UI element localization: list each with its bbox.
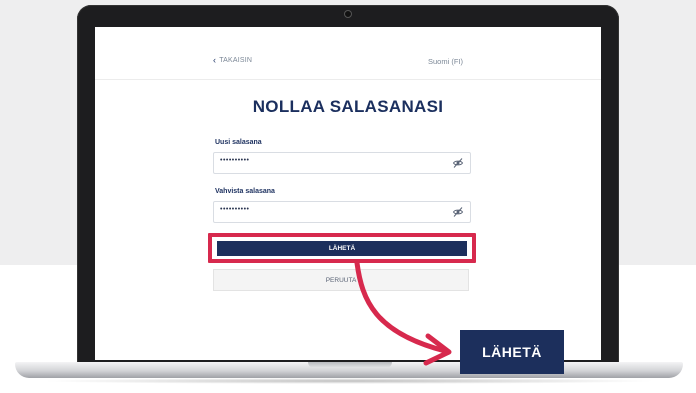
confirm-password-field[interactable]: •••••••••• — [213, 201, 471, 223]
eye-slash-icon[interactable] — [452, 157, 464, 169]
confirm-password-label: Vahvista salasana — [215, 188, 275, 195]
confirm-password-value: •••••••••• — [220, 206, 250, 213]
language-selector[interactable]: Suomi (FI) — [428, 57, 463, 66]
submit-highlight-frame — [208, 233, 476, 263]
laptop-shadow — [40, 378, 658, 384]
webcam-icon — [344, 10, 352, 18]
chevron-left-icon: ‹ — [213, 55, 217, 65]
callout-submit-button[interactable]: LÄHETÄ — [460, 330, 564, 374]
new-password-label: Uusi salasana — [215, 139, 262, 146]
back-link[interactable]: ‹ TAKAISIN — [213, 55, 253, 65]
cancel-button[interactable]: PERUUTA — [213, 269, 469, 291]
top-bar — [95, 27, 601, 80]
back-link-label: TAKAISIN — [219, 57, 253, 64]
new-password-value: •••••••••• — [220, 157, 250, 164]
page-title: NOLLAA SALASANASI — [252, 97, 444, 116]
eye-slash-icon[interactable] — [452, 206, 464, 218]
laptop-screen: ‹ TAKAISIN Suomi (FI) NOLLAA SALASANASI … — [95, 27, 601, 360]
laptop-base-notch — [308, 362, 392, 368]
new-password-field[interactable]: •••••••••• — [213, 152, 471, 174]
